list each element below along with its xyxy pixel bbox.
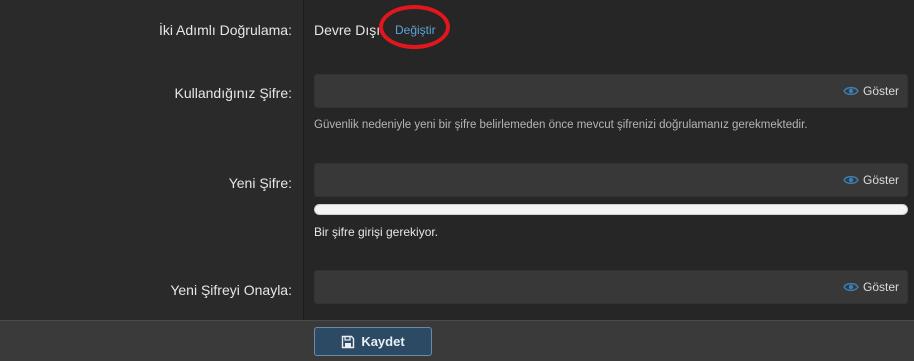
current-password-help: Güvenlik nedeniyle yeni bir şifre belirl…	[314, 119, 808, 131]
new-password-input[interactable]	[315, 164, 907, 196]
save-button-label: Kaydet	[361, 334, 405, 349]
current-password-show-toggle[interactable]: Göster	[843, 84, 899, 98]
eye-icon	[843, 175, 859, 185]
two-factor-label: İki Adımlı Doğrulama:	[158, 22, 292, 38]
save-button[interactable]: Kaydet	[314, 327, 432, 356]
current-password-field: Göster	[314, 74, 908, 108]
current-password-label: Kullandığınız Şifre:	[174, 85, 292, 101]
confirm-password-show-toggle[interactable]: Göster	[843, 280, 899, 294]
confirm-password-field: Göster	[314, 270, 908, 304]
form-footer: Kaydet	[0, 320, 914, 361]
confirm-password-input[interactable]	[315, 271, 907, 303]
confirm-password-label: Yeni Şifreyi Onayla:	[170, 282, 292, 298]
current-password-show-label: Göster	[862, 84, 899, 98]
highlight-ring-annotation	[379, 5, 450, 49]
new-password-hint: Bir şifre girişi gerekiyor.	[314, 225, 439, 239]
labels-column	[0, 0, 303, 320]
confirm-password-show-label: Göster	[862, 280, 899, 294]
current-password-input[interactable]	[315, 75, 907, 107]
eye-icon	[843, 86, 859, 96]
password-strength-meter	[314, 204, 908, 215]
eye-icon	[843, 282, 859, 292]
new-password-show-label: Göster	[862, 173, 899, 187]
new-password-show-toggle[interactable]: Göster	[843, 173, 899, 187]
new-password-label: Yeni Şifre:	[228, 175, 292, 191]
floppy-disk-icon	[342, 335, 355, 348]
two-factor-status: Devre Dışı	[314, 22, 381, 38]
new-password-field: Göster	[314, 163, 908, 197]
